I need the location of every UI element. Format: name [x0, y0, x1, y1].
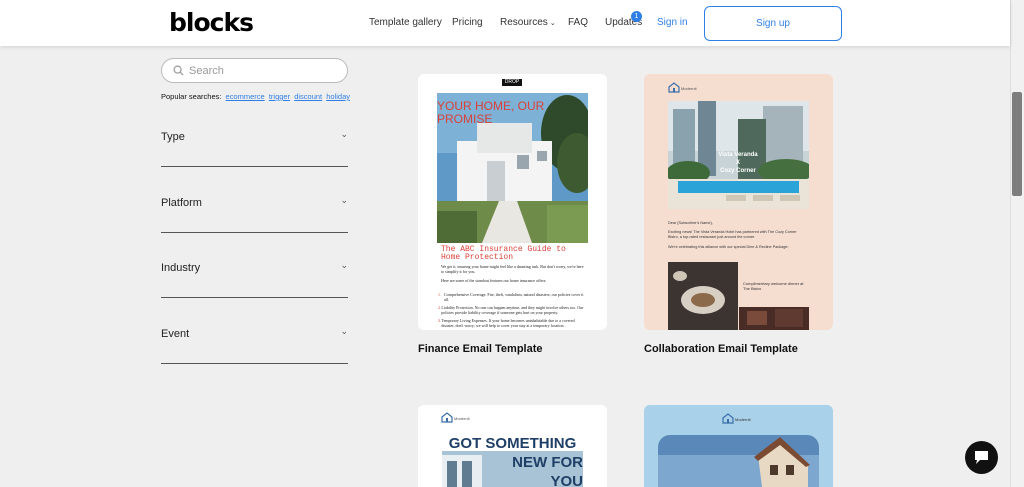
- collab-overlay-text: Vista Veranda X Cozy Corner: [708, 151, 768, 175]
- popular-search-trigger[interactable]: trigger: [269, 92, 290, 101]
- nav-template-gallery[interactable]: Template gallery: [369, 17, 442, 28]
- search-box[interactable]: [161, 58, 348, 83]
- filter-platform-label: Platform: [161, 197, 202, 209]
- house-sky-photo: [658, 435, 819, 487]
- list-item: 2. Liability Protection. No one can happe…: [438, 305, 588, 315]
- filter-event-label: Event: [161, 328, 190, 340]
- chat-launcher-button[interactable]: [965, 441, 998, 474]
- chevron-down-icon: ⌄: [340, 260, 348, 270]
- drop-label: DROP: [502, 79, 522, 86]
- collab-caption: Complimentary welcome dinner at The Bist…: [743, 281, 804, 291]
- template-card-collaboration[interactable]: Modernit Vista Veranda X Cozy Corner Dea…: [644, 74, 833, 330]
- popular-search-holiday[interactable]: holiday: [326, 92, 350, 101]
- brand-name: Modernit: [735, 417, 751, 422]
- finance-feature-3: Temporary Living Expenses. If your home …: [441, 318, 575, 328]
- search-icon: [173, 65, 184, 76]
- popular-search-ecommerce[interactable]: ecommerce: [226, 92, 265, 101]
- chevron-down-icon: ⌄: [340, 195, 348, 205]
- chevron-down-icon: ⌄: [340, 326, 348, 336]
- brand-name: Modernit: [681, 86, 697, 91]
- nav-pricing[interactable]: Pricing: [452, 17, 483, 28]
- nav-faq[interactable]: FAQ: [568, 17, 588, 28]
- popular-search-discount[interactable]: discount: [294, 92, 322, 101]
- page-scrollbar-thumb[interactable]: [1012, 92, 1022, 196]
- finance-feature-list: 1. Comprehensive Coverage. Fire, theft, v…: [438, 292, 588, 328]
- list-item: 3. Temporary Living Expenses. If your hom…: [438, 318, 588, 328]
- finance-body-intro: We get it, insuring your home might feel…: [441, 264, 584, 274]
- finance-subhead: The ABC Insurance Guide to Home Protecti…: [441, 245, 566, 262]
- finance-body-features: Here are some of the standout features o…: [441, 278, 547, 283]
- filter-industry-label: Industry: [161, 262, 201, 274]
- nav-resources[interactable]: Resources ⌄: [500, 17, 556, 28]
- got-something-headline: GOT SOMETHING NEW FOR YOU: [442, 434, 583, 487]
- filter-industry[interactable]: Industry ⌄: [161, 260, 348, 298]
- sign-in-link[interactable]: Sign in: [657, 17, 688, 28]
- nav-resources-label: Resources: [500, 17, 548, 28]
- brand-house-icon: [441, 412, 453, 423]
- chat-icon: [975, 451, 988, 464]
- search-input[interactable]: [189, 63, 339, 79]
- filter-event[interactable]: Event ⌄: [161, 326, 348, 364]
- brand-house-icon: [668, 82, 680, 93]
- filter-platform[interactable]: Platform ⌄: [161, 195, 348, 233]
- brand-name: Modernit: [454, 416, 470, 421]
- sign-up-button[interactable]: Sign up: [704, 6, 842, 41]
- list-item: 1. Comprehensive Coverage. Fire, theft, v…: [438, 292, 588, 302]
- blocks-logo[interactable]: blocks: [169, 8, 254, 37]
- page-scrollbar-track[interactable]: [1010, 0, 1024, 487]
- headline-line-3: YOU: [550, 473, 583, 487]
- collab-overlay-line-2: X: [735, 160, 740, 166]
- template-card-finance[interactable]: DROP YOUR HOME, OUR PROMISE The ABC Insu…: [418, 74, 607, 330]
- template-card-sky-house[interactable]: Modernit: [644, 405, 833, 487]
- chevron-down-icon: ⌄: [549, 20, 556, 27]
- template-title-collaboration[interactable]: Collaboration Email Template: [644, 343, 798, 355]
- finance-feature-2: Liability Protection. No one can happen …: [441, 305, 584, 315]
- template-card-got-something[interactable]: Modernit GOT SOMETHING NEW FOR YOU: [418, 405, 607, 487]
- brand-house-icon: [722, 413, 734, 424]
- headline-line-1: GOT SOMETHING: [448, 435, 577, 452]
- filter-type[interactable]: Type ⌄: [161, 129, 348, 167]
- collab-overlay-line-3: Cozy Corner: [720, 168, 756, 174]
- collab-body-2: We're celebrating this alliance with our…: [668, 245, 789, 249]
- dinner-photo: [668, 262, 738, 330]
- headline-line-2: NEW FOR: [512, 454, 583, 471]
- finance-feature-1: Comprehensive Coverage. Fire, theft, van…: [443, 292, 584, 302]
- filter-type-label: Type: [161, 131, 185, 143]
- chevron-down-icon: ⌄: [340, 129, 348, 139]
- updates-badge: 1: [631, 11, 642, 22]
- collab-body-1: Exciting news! The Vista Veranda Hotel h…: [668, 230, 797, 239]
- popular-searches: Popular searches: ecommerce trigger disc…: [161, 92, 350, 101]
- finance-headline: YOUR HOME, OUR PROMISE: [437, 99, 545, 126]
- bistro-photo: [739, 307, 809, 330]
- collab-overlay-line-1: Vista Veranda: [718, 152, 758, 158]
- template-title-finance[interactable]: Finance Email Template: [418, 343, 543, 355]
- collab-greeting: Dear {Subscriber's Name},: [668, 221, 713, 225]
- popular-searches-label: Popular searches:: [161, 92, 222, 101]
- top-navigation: blocks Template gallery Pricing Resource…: [0, 0, 1010, 46]
